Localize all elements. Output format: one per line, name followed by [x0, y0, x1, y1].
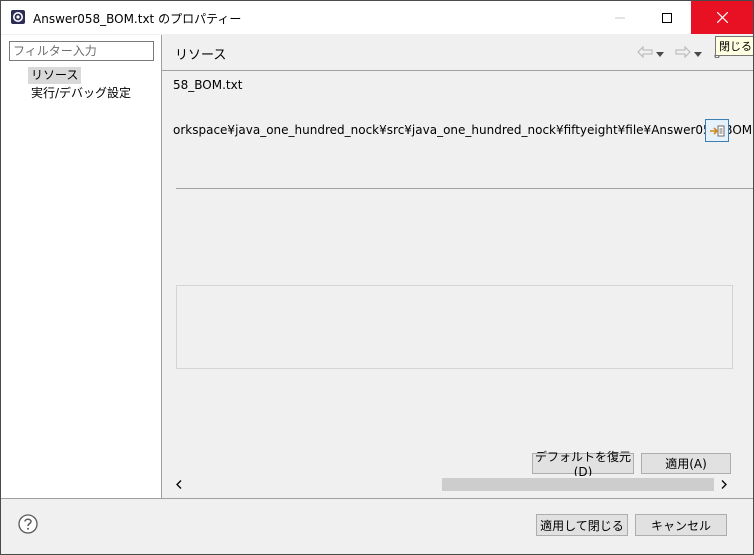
restore-defaults-button[interactable]: デフォルトを復元(D): [532, 450, 634, 479]
back-arrow-icon[interactable]: [637, 45, 653, 61]
close-tooltip: 閉じる: [715, 36, 753, 56]
forward-dropdown-icon[interactable]: [694, 46, 702, 60]
window-title: Answer058_BOM.txt のプロパティー: [33, 12, 242, 26]
content-group-box: [176, 285, 733, 369]
help-icon[interactable]: [18, 514, 38, 534]
horizontal-scrollbar[interactable]: [162, 476, 736, 493]
title-bar: Answer058_BOM.txt のプロパティー: [1, 1, 753, 34]
open-location-button[interactable]: [705, 119, 729, 142]
app-gear-icon: [10, 9, 26, 25]
apply-button[interactable]: 適用(A): [641, 453, 731, 474]
maximize-button[interactable]: [644, 1, 689, 34]
footer-divider: [1, 498, 753, 499]
tree-item-resource[interactable]: リソース: [28, 67, 82, 84]
scroll-left-icon[interactable]: [170, 476, 187, 493]
tree-item-run-debug-settings[interactable]: 実行/デバッグ設定: [28, 85, 134, 102]
property-page: リソース 58_BOM.txt orkspace¥java_one_hundre…: [162, 35, 753, 498]
back-dropdown-icon[interactable]: [656, 46, 664, 60]
apply-and-close-button[interactable]: 適用して閉じる: [536, 514, 628, 536]
properties-dialog: Answer058_BOM.txt のプロパティー 閉じる リソース 実行/デバ…: [0, 0, 754, 555]
open-location-icon: [710, 125, 725, 136]
minimize-button[interactable]: [597, 1, 642, 34]
section-divider: [176, 188, 753, 189]
resource-name-value: 58_BOM.txt: [173, 78, 243, 92]
header-divider: [162, 70, 753, 71]
forward-arrow-icon[interactable]: [675, 45, 691, 61]
close-icon: [716, 12, 728, 23]
page-title: リソース: [175, 48, 227, 63]
scroll-thumb[interactable]: [442, 478, 714, 491]
category-tree-panel: リソース 実行/デバッグ設定: [1, 35, 162, 498]
filter-input[interactable]: [9, 41, 154, 61]
page-nav-toolbar: [637, 45, 720, 61]
close-button[interactable]: [691, 1, 753, 34]
resource-location-value: orkspace¥java_one_hundred_nock¥src¥java_…: [173, 123, 753, 137]
minimize-icon: [614, 17, 625, 18]
scroll-right-icon[interactable]: [715, 476, 732, 493]
maximize-icon: [661, 12, 672, 23]
cancel-button[interactable]: キャンセル: [635, 514, 727, 536]
